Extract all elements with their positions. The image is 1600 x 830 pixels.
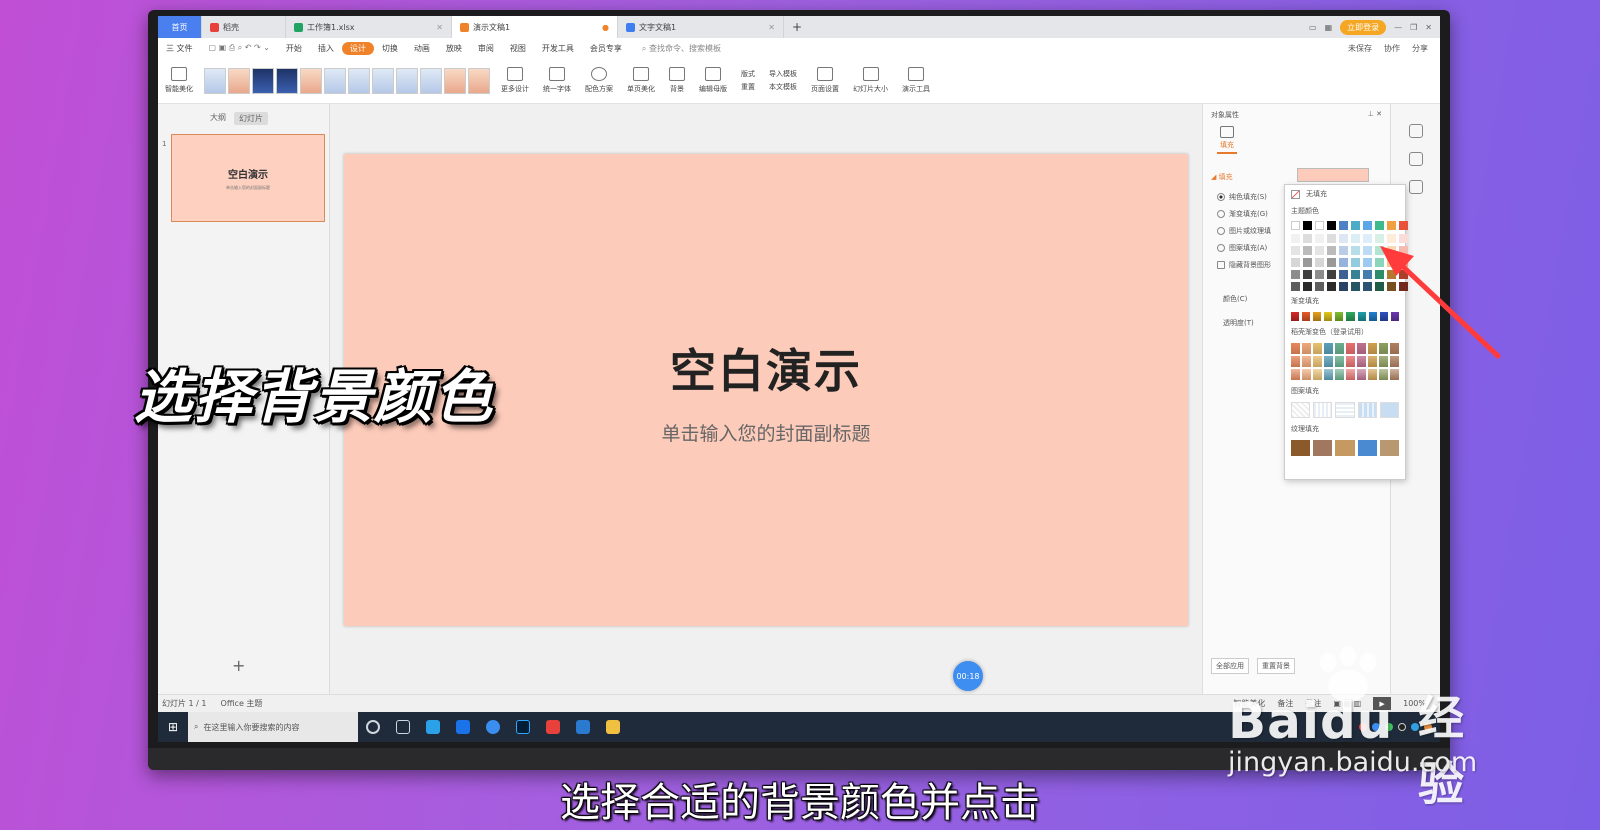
watermark-brand: Baidu <box>1228 692 1394 750</box>
video-subtitle: 选择合适的背景颜色并点击 <box>560 780 1040 826</box>
watermark-url: jingyan.baidu.com <box>1228 747 1478 778</box>
tutorial-caption: 选择背景颜色 <box>134 363 495 431</box>
